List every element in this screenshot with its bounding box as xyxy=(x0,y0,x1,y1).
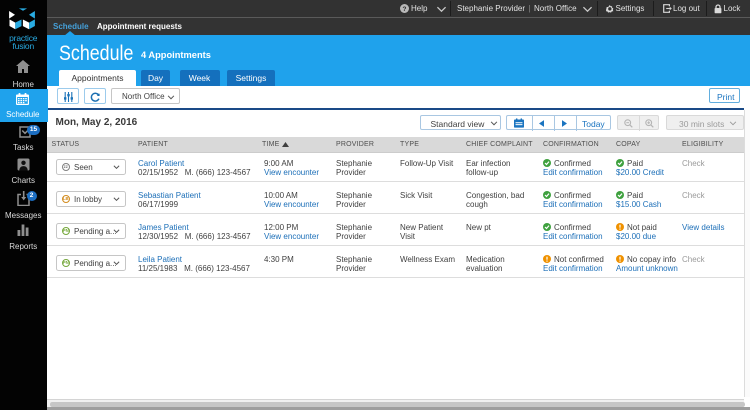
svg-text:?: ? xyxy=(403,6,407,13)
